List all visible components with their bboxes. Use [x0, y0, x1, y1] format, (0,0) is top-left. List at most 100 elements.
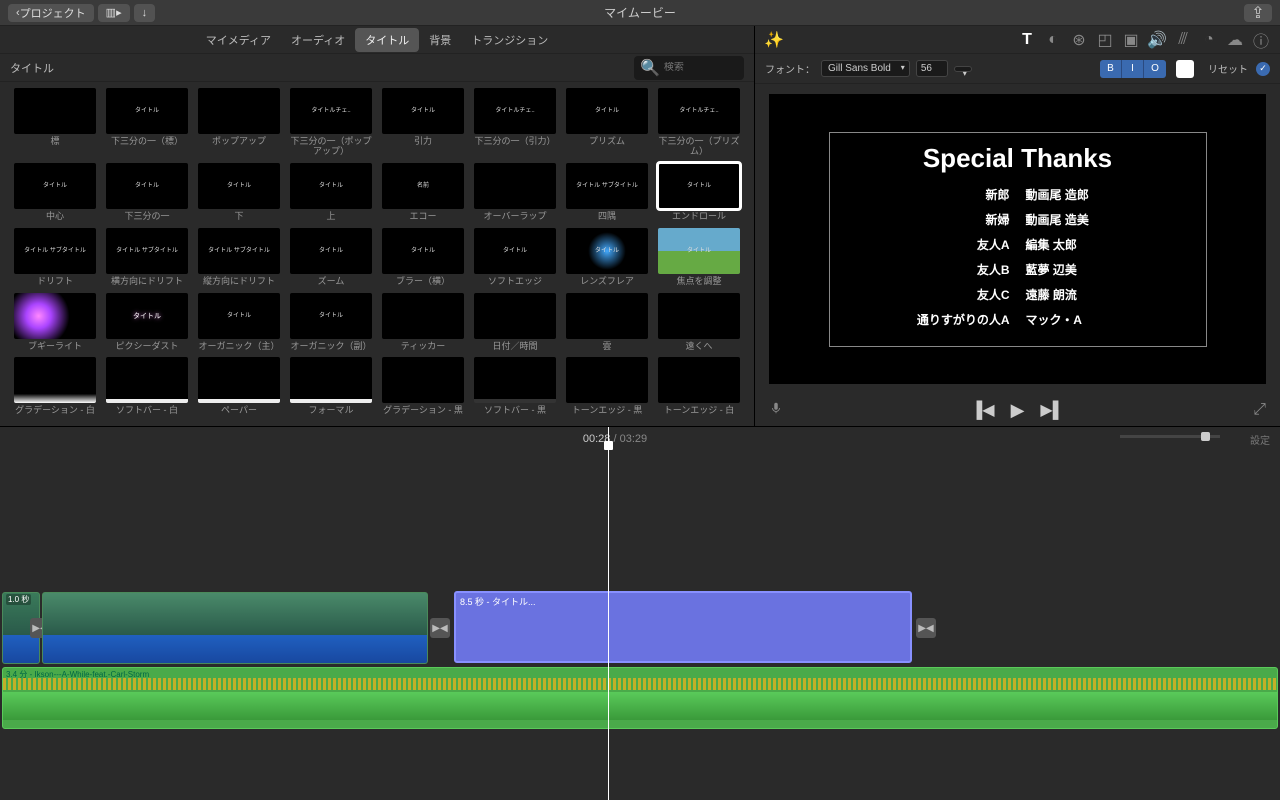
title-preset-item[interactable]: 日付／時間 — [470, 293, 560, 352]
volume-icon[interactable]: 🔊 — [1148, 31, 1166, 49]
reset-check-icon[interactable]: ✓ — [1256, 62, 1270, 76]
transition-icon[interactable]: ▶◀ — [916, 618, 936, 638]
credits-row[interactable]: 友人A編集 太郎 — [900, 236, 1136, 253]
crop-icon[interactable]: ◰ — [1096, 31, 1114, 49]
share-button[interactable]: ⇪ — [1244, 4, 1272, 22]
title-preset-item[interactable]: タイトルチェ..下三分の一（引力） — [470, 88, 560, 157]
title-preset-item[interactable]: ブギーライト — [10, 293, 100, 352]
title-preset-item[interactable]: タイトルズーム — [286, 228, 376, 287]
title-preset-item[interactable]: タイトル上 — [286, 163, 376, 222]
title-preset-item[interactable]: ソフトバー - 黒 — [470, 357, 560, 416]
title-preset-item[interactable]: タイトル サブタイトル横方向にドリフト — [102, 228, 192, 287]
credits-row[interactable]: 通りすがりの人Aマック・A — [900, 311, 1136, 328]
title-preset-item[interactable]: ティッカー — [378, 293, 468, 352]
title-preset-item[interactable]: オーバーラップ — [470, 163, 560, 222]
title-preset-item[interactable]: タイトルチェ..下三分の一（ポップアップ） — [286, 88, 376, 157]
library-toggle-button[interactable]: ▥▸ — [98, 4, 130, 22]
italic-button[interactable]: I — [1122, 60, 1144, 78]
title-preset-item[interactable]: 標 — [10, 88, 100, 157]
credits-row[interactable]: 友人B藍夢 辺美 — [900, 261, 1136, 278]
import-button[interactable]: ↓ — [134, 4, 156, 22]
title-preset-item[interactable]: タイトル サブタイトル四隅 — [562, 163, 652, 222]
title-preset-item[interactable]: トーンエッジ - 黒 — [562, 357, 652, 416]
title-preset-item[interactable]: トーンエッジ - 白 — [654, 357, 744, 416]
title-preset-item[interactable]: タイトル下三分の一 — [102, 163, 192, 222]
text-color-swatch[interactable] — [1176, 60, 1194, 78]
title-preset-item[interactable]: タイトルソフトエッジ — [470, 228, 560, 287]
zoom-thumb[interactable] — [1201, 432, 1210, 441]
title-clip[interactable]: 8.5 秒 - タイトル... — [454, 591, 912, 663]
tab-titles[interactable]: タイトル — [355, 28, 419, 52]
font-size-stepper[interactable] — [954, 66, 972, 72]
title-preset-item[interactable]: ピクシーダスト — [102, 293, 192, 352]
credits-list[interactable]: 新郎動画尾 造郎新婦動画尾 造美友人A編集 太郎友人B藍夢 辺美友人C遠藤 朗流… — [900, 186, 1136, 328]
fullscreen-button[interactable]: ⤢ — [1253, 401, 1266, 419]
credits-row[interactable]: 友人C遠藤 朗流 — [900, 286, 1136, 303]
tab-my-media[interactable]: マイメディア — [196, 28, 281, 52]
title-preset-item[interactable]: タイトル引力 — [378, 88, 468, 157]
speed-icon[interactable]: ◔ — [1200, 31, 1218, 49]
title-preset-item[interactable]: 遠くへ — [654, 293, 744, 352]
color-correction-icon[interactable]: ⊛ — [1070, 31, 1088, 49]
prev-frame-button[interactable]: ▐◀ — [971, 400, 995, 420]
title-grid[interactable]: 標タイトル下三分の一（標）ポップアップタイトルチェ..下三分の一（ポップアップ）… — [0, 82, 754, 426]
video-preview[interactable]: Special Thanks 新郎動画尾 造郎新婦動画尾 造美友人A編集 太郎友… — [769, 94, 1266, 384]
tab-backgrounds[interactable]: 背景 — [419, 28, 461, 52]
title-preset-item[interactable]: タイトル サブタイトル縦方向にドリフト — [194, 228, 284, 287]
font-size-input[interactable]: 56 — [916, 60, 948, 77]
zoom-slider[interactable] — [1120, 435, 1220, 438]
voiceover-icon[interactable] — [769, 401, 783, 420]
noise-reduction-icon[interactable]: ⫻ — [1174, 31, 1192, 49]
title-thumbnail — [14, 357, 96, 403]
title-preset-item[interactable]: タイトル焦点を調整 — [654, 228, 744, 287]
title-preset-item[interactable]: フォーマル — [286, 357, 376, 416]
title-preset-item[interactable]: タイトルオーガニック（主） — [194, 293, 284, 352]
preview-heading[interactable]: Special Thanks — [900, 143, 1136, 174]
credits-row[interactable]: 新郎動画尾 造郎 — [900, 186, 1136, 203]
info-icon[interactable]: ⓘ — [1252, 31, 1270, 49]
title-preset-item[interactable]: タイトルプリズム — [562, 88, 652, 157]
title-preset-item[interactable]: タイトル サブタイトルドリフト — [10, 228, 100, 287]
title-preset-item[interactable]: ペーパー — [194, 357, 284, 416]
color-balance-icon[interactable]: ◐ — [1044, 31, 1062, 49]
timeline-panel[interactable]: 00:28 / 03:29 設定 1.0 秒 ▶◀ ▶◀ 8.5 秒 - タイト… — [0, 427, 1280, 800]
timeline-settings-button[interactable]: 設定 — [1250, 432, 1270, 447]
video-clip-2[interactable] — [42, 592, 428, 664]
search-box[interactable]: 🔍 — [634, 56, 744, 80]
clip-filter-icon[interactable]: ☁ — [1226, 31, 1244, 49]
title-preset-item[interactable]: タイトル下 — [194, 163, 284, 222]
reset-button[interactable]: リセット — [1208, 61, 1248, 76]
audio-track[interactable]: 3.4 分 - Ikson---A-While-feat.-Carl-Storm — [0, 667, 1280, 731]
video-track[interactable]: 1.0 秒 ▶◀ ▶◀ 8.5 秒 - タイトル... ▶◀ — [0, 591, 1280, 665]
tab-audio[interactable]: オーディオ — [281, 28, 355, 52]
tab-transitions[interactable]: トランジション — [461, 28, 558, 52]
audio-clip[interactable]: 3.4 分 - Ikson---A-While-feat.-Carl-Storm — [2, 667, 1278, 729]
title-preset-label: フォーマル — [308, 406, 353, 416]
title-preset-item[interactable]: タイトル中心 — [10, 163, 100, 222]
next-frame-button[interactable]: ▶▌ — [1040, 400, 1064, 420]
title-preset-item[interactable]: ポップアップ — [194, 88, 284, 157]
title-preset-item[interactable]: タイトルチェ..下三分の一（プリズム） — [654, 88, 744, 157]
title-preset-item[interactable]: タイトル下三分の一（標） — [102, 88, 192, 157]
search-input[interactable] — [664, 62, 744, 73]
title-preset-item[interactable]: 雲 — [562, 293, 652, 352]
bold-button[interactable]: B — [1100, 60, 1122, 78]
stabilization-icon[interactable]: ▣ — [1122, 31, 1140, 49]
magic-wand-icon[interactable]: ✨ — [765, 31, 783, 49]
text-inspector-icon[interactable]: T — [1018, 31, 1036, 49]
play-button[interactable]: ▶ — [1011, 400, 1025, 421]
title-preset-item[interactable]: グラデーション - 白 — [10, 357, 100, 416]
back-to-projects-button[interactable]: ‹ プロジェクト — [8, 4, 94, 22]
font-family-select[interactable]: Gill Sans Bold — [821, 60, 910, 77]
title-preset-item[interactable]: タイトルレンズフレア — [562, 228, 652, 287]
outline-button[interactable]: O — [1144, 60, 1166, 78]
title-preset-item[interactable]: タイトルオーガニック（副） — [286, 293, 376, 352]
credits-row[interactable]: 新婦動画尾 造美 — [900, 211, 1136, 228]
title-preset-item[interactable]: 名前エコー — [378, 163, 468, 222]
title-preset-item[interactable]: グラデーション - 黒 — [378, 357, 468, 416]
title-preset-item[interactable]: タイトルエンドロール — [654, 163, 744, 222]
title-preset-label: グラデーション - 黒 — [383, 406, 463, 416]
transition-icon[interactable]: ▶◀ — [430, 618, 450, 638]
title-preset-item[interactable]: タイトルブラー（横） — [378, 228, 468, 287]
title-preset-item[interactable]: ソフトバー - 白 — [102, 357, 192, 416]
